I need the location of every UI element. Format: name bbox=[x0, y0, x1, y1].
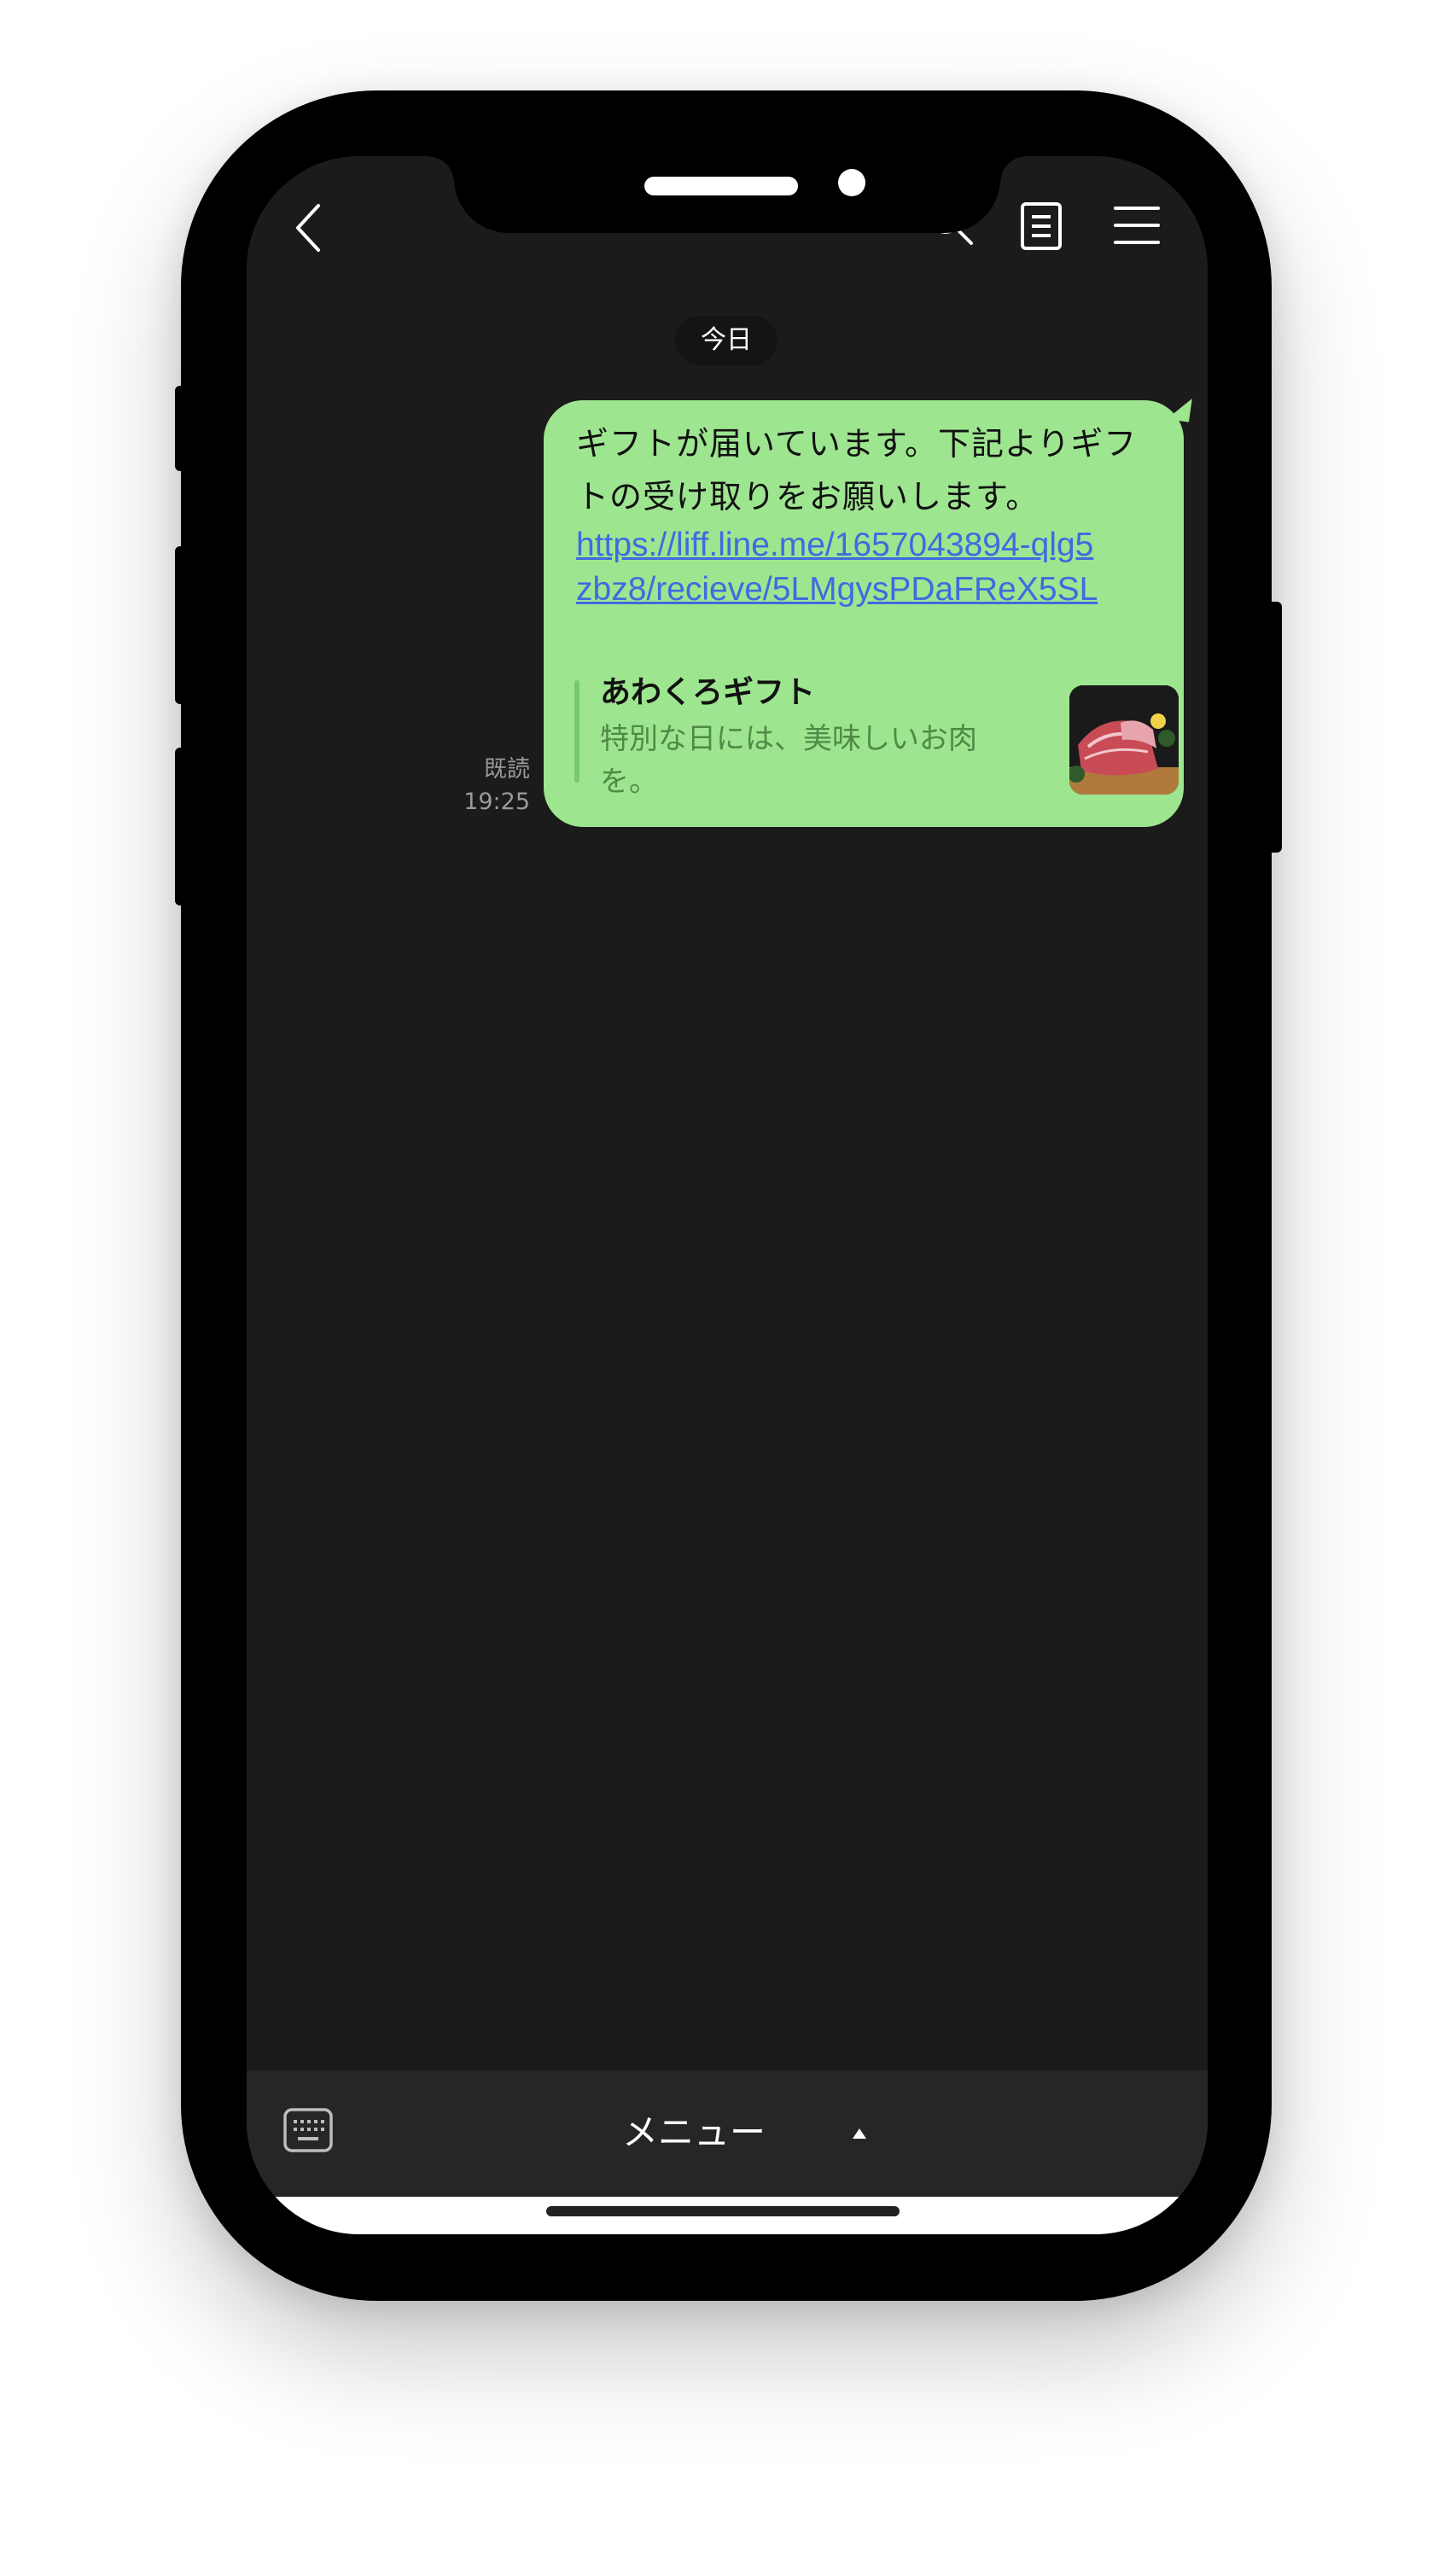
speaker-grille bbox=[644, 177, 798, 195]
preview-thumbnail-image bbox=[1069, 685, 1179, 795]
preview-accent-bar bbox=[574, 680, 579, 783]
message-text: ギフトが届いています。下記よりギフトの受け取りをお願いします。 bbox=[576, 425, 1138, 515]
menu-icon[interactable] bbox=[1113, 204, 1161, 247]
date-divider: 今日 bbox=[675, 316, 778, 365]
gift-link[interactable]: https://liff.line.me/1657043894-qlg5zbz8… bbox=[576, 523, 1105, 612]
page: 今日 既読 19:25 ギフトが届いています。下記よりギフトの受け取りをお願いし… bbox=[0, 0, 1456, 2562]
read-receipt: 既読 19:25 bbox=[443, 754, 530, 818]
preview-title: あわくろギフト bbox=[600, 675, 816, 710]
home-indicator[interactable] bbox=[546, 2206, 900, 2216]
meat-image bbox=[1069, 685, 1179, 795]
keyboard-icon[interactable] bbox=[282, 2105, 334, 2156]
message-time: 19:25 bbox=[463, 789, 530, 815]
notes-icon[interactable] bbox=[1019, 201, 1063, 252]
chat-screen: 今日 既読 19:25 ギフトが届いています。下記よりギフトの受け取りをお願いし… bbox=[247, 156, 1208, 2234]
message-bubble[interactable]: ギフトが届いています。下記よりギフトの受け取りをお願いします。 https://… bbox=[544, 400, 1184, 827]
back-icon[interactable] bbox=[289, 201, 327, 255]
front-camera bbox=[838, 169, 865, 196]
caret-up-icon bbox=[853, 2128, 866, 2139]
link-preview[interactable]: あわくろギフト 特別な日には、美味しいお肉を。 bbox=[574, 673, 1179, 799]
rich-menu-toggle[interactable]: メニュー bbox=[622, 2103, 766, 2163]
preview-description: 特別な日には、美味しいお肉を。 bbox=[600, 722, 977, 799]
bottom-menu-bar: メニュー bbox=[247, 2070, 1208, 2197]
read-label: 既読 bbox=[484, 756, 530, 783]
